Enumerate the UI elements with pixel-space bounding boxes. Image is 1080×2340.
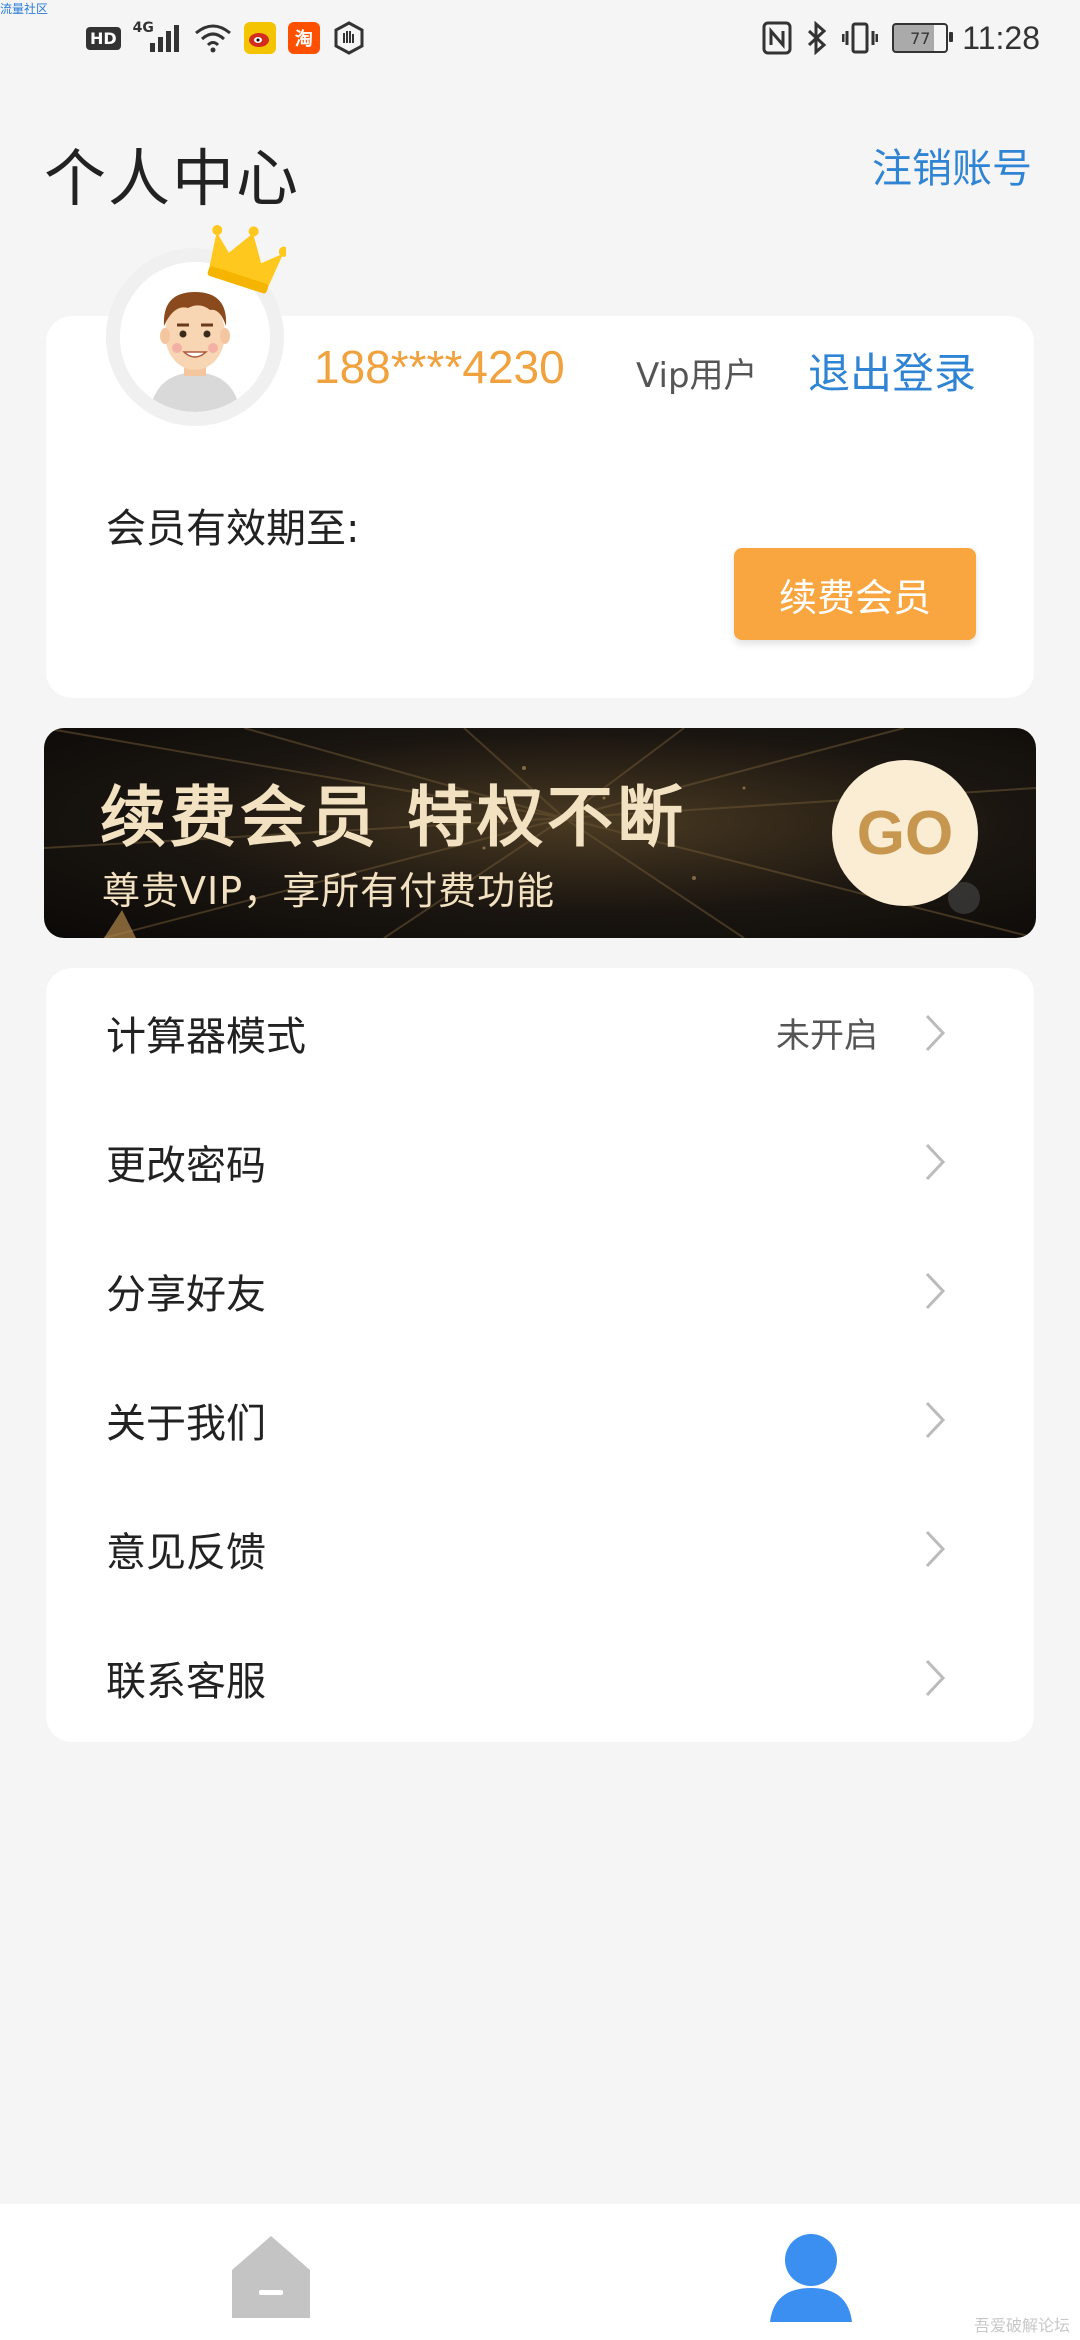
watermark-bottom-right: 吾爱破解论坛 — [973, 2316, 1070, 2335]
calculator-mode-status: 未开启 — [776, 1016, 878, 1056]
chevron-right-icon — [925, 1143, 946, 1180]
status-bar-left: HD 4G 淘 — [86, 18, 366, 58]
phone-number: 188****4230 — [314, 341, 565, 393]
menu-item-contact-support[interactable]: 联系客服 — [46, 1613, 1034, 1742]
vibrate-icon — [842, 18, 879, 58]
hd-icon: HD — [86, 18, 121, 58]
menu-item-feedback[interactable]: 意见反馈 — [46, 1484, 1034, 1613]
page-title: 个人中心 — [44, 142, 301, 215]
clock: 11:28 — [962, 19, 1040, 56]
menu-item-label: 更改密码 — [106, 1142, 266, 1189]
chevron-right-icon — [925, 1659, 946, 1696]
banner-subtitle: 尊贵VIP，享所有付费功能 — [102, 869, 556, 913]
network-type: 4G — [132, 20, 154, 36]
menu-item-label: 分享好友 — [106, 1271, 266, 1318]
menu-item-label: 关于我们 — [106, 1400, 266, 1447]
weibo-icon — [243, 18, 276, 58]
user-type-label: Vip用户 — [636, 356, 758, 396]
wifi-icon — [194, 18, 232, 58]
menu-item-label: 计算器模式 — [106, 1013, 306, 1060]
settings-menu: 计算器模式 未开启 更改密码 分享好友 关于我们 意见反馈 联系客服 — [46, 968, 1034, 1742]
vip-banner[interactable]: 续费会员 特权不断 尊贵VIP，享所有付费功能 GO — [44, 728, 1036, 938]
chevron-right-icon — [925, 1014, 946, 1051]
user-icon[interactable] — [766, 2230, 856, 2322]
status-bar-right: 77 11:28 — [762, 18, 1040, 58]
membership-expiry-label: 会员有效期至: — [106, 506, 360, 552]
nfc-icon — [762, 18, 792, 58]
menu-item-about-us[interactable]: 关于我们 — [46, 1355, 1034, 1484]
menu-item-change-password[interactable]: 更改密码 — [46, 1097, 1034, 1226]
menu-item-share-friends[interactable]: 分享好友 — [46, 1226, 1034, 1355]
bottom-navigation: 吾爱破解论坛 — [0, 2204, 1080, 2340]
hand-shield-icon — [332, 18, 366, 58]
chevron-right-icon — [925, 1272, 946, 1309]
menu-item-label: 意见反馈 — [106, 1529, 266, 1576]
menu-item-label: 联系客服 — [106, 1658, 266, 1705]
bluetooth-icon — [806, 18, 828, 58]
go-button[interactable]: GO — [832, 760, 978, 906]
menu-item-calculator-mode[interactable]: 计算器模式 未开启 — [46, 968, 1034, 1097]
crown-icon — [207, 225, 286, 294]
chevron-right-icon — [925, 1401, 946, 1438]
home-icon[interactable] — [226, 2230, 316, 2322]
renew-membership-button[interactable]: 续费会员 — [734, 548, 976, 640]
banner-title: 续费会员 特权不断 — [100, 779, 687, 856]
logout-button[interactable]: 退出登录 — [808, 340, 976, 401]
taobao-icon: 淘 — [287, 18, 320, 58]
status-bar: HD 4G 淘 77 11:28 — [0, 0, 1080, 80]
chevron-right-icon — [925, 1530, 946, 1567]
battery-icon: 77 — [892, 18, 954, 58]
cancel-account-button[interactable]: 注销账号 — [872, 136, 1032, 194]
signal-icon: 4G — [133, 18, 182, 58]
